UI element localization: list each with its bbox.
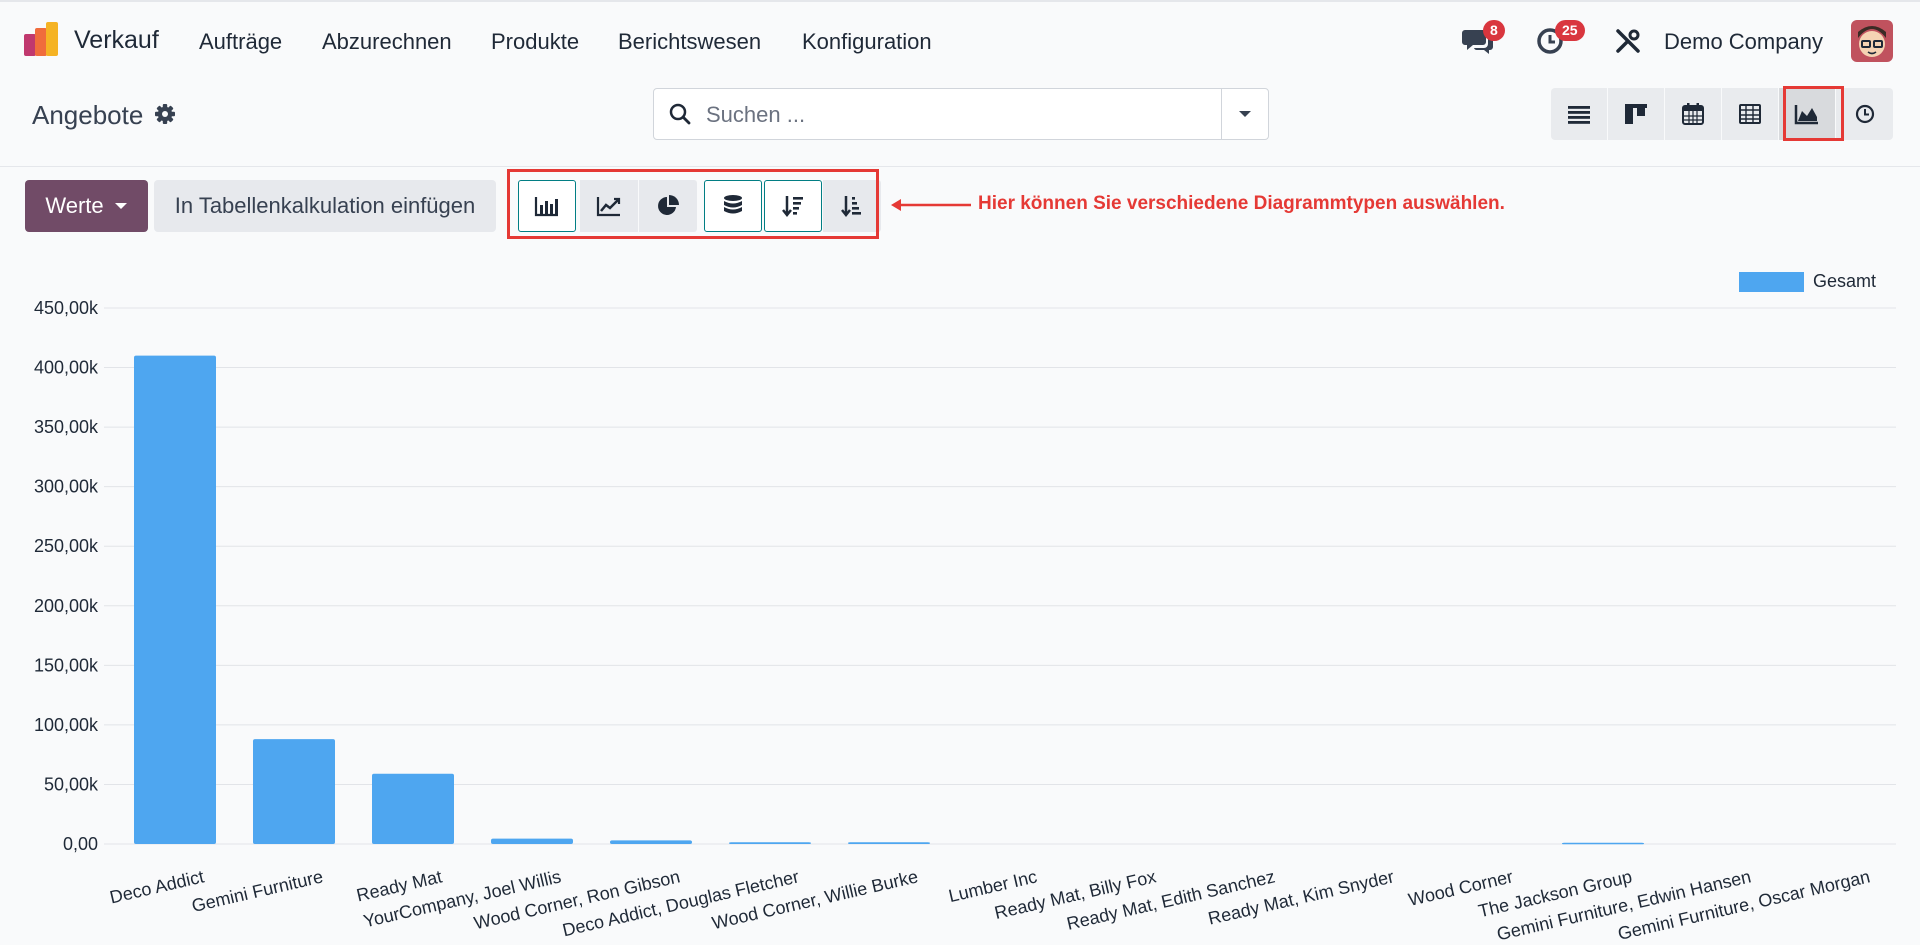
y-tick-label: 450,00k	[34, 298, 99, 318]
bar-chart-button[interactable]	[518, 180, 576, 232]
y-tick-label: 50,00k	[44, 774, 99, 794]
app-logo-icon[interactable]	[22, 20, 62, 60]
view-switcher	[1551, 88, 1893, 140]
y-tick-label: 100,00k	[34, 715, 99, 735]
y-tick-label: 0,00	[63, 834, 98, 854]
list-icon	[1568, 106, 1590, 124]
line-chart-icon	[596, 197, 621, 217]
debug-tools-button[interactable]	[1615, 28, 1641, 59]
kanban-view-button[interactable]	[1608, 88, 1665, 140]
y-tick-label: 250,00k	[34, 536, 99, 556]
bar[interactable]	[372, 773, 454, 844]
bar[interactable]	[253, 739, 335, 844]
bar[interactable]	[729, 842, 811, 844]
top-navbar: Verkauf Aufträge Abzurechnen Produkte Be…	[0, 0, 1920, 78]
search-options-toggle[interactable]	[1221, 89, 1268, 139]
insert-in-spreadsheet-button[interactable]: In Tabellenkalkulation einfügen	[154, 180, 496, 232]
caret-down-icon	[1239, 111, 1251, 117]
x-tick-label: Gemini Furniture	[190, 866, 325, 916]
user-avatar[interactable]	[1851, 20, 1893, 62]
app-name[interactable]: Verkauf	[74, 26, 159, 55]
menu-item-orders[interactable]: Aufträge	[199, 29, 282, 55]
annotation-arrow-icon	[891, 199, 971, 211]
kanban-icon	[1625, 104, 1647, 124]
measures-label: Werte	[45, 193, 104, 218]
stacked-database-icon	[724, 195, 742, 214]
calendar-view-button[interactable]	[1665, 88, 1722, 140]
bar[interactable]	[848, 842, 930, 844]
search-icon	[669, 103, 691, 125]
activities-count-badge: 25	[1555, 20, 1585, 41]
pivot-view-button[interactable]	[1722, 88, 1779, 140]
y-tick-label: 200,00k	[34, 596, 99, 616]
pie-chart-icon	[658, 195, 679, 215]
sort-descending-icon	[782, 196, 803, 218]
list-view-button[interactable]	[1551, 88, 1608, 140]
search-input[interactable]	[704, 99, 1208, 131]
page-title[interactable]: Angebote	[32, 100, 143, 131]
activity-icon	[1855, 104, 1874, 124]
bar[interactable]	[610, 840, 692, 844]
graph-icon	[1794, 105, 1818, 125]
control-panel-divider	[0, 166, 1920, 167]
graph-view-button[interactable]	[1779, 88, 1836, 140]
menu-item-reporting[interactable]: Berichtswesen	[618, 29, 761, 55]
bar-chart: 0,00 50,00k 100,00k 150,00k 200,00k 250,00k 30…	[34, 298, 1896, 944]
annotation-text: Hier können Sie verschiedene Diagrammtyp…	[978, 193, 1505, 214]
tools-icon	[1616, 29, 1640, 53]
pivot-icon	[1739, 104, 1761, 124]
bar[interactable]	[134, 355, 216, 844]
stacked-toggle-button[interactable]	[704, 180, 762, 232]
y-tick-label: 400,00k	[34, 358, 99, 378]
sort-ascending-button[interactable]	[823, 180, 881, 232]
menu-item-products[interactable]: Produkte	[491, 29, 579, 55]
sort-descending-button[interactable]	[764, 180, 822, 232]
y-tick-label: 150,00k	[34, 655, 99, 675]
bar[interactable]	[491, 838, 573, 844]
sort-ascending-icon	[841, 196, 861, 218]
y-tick-label: 300,00k	[34, 477, 99, 497]
company-switcher[interactable]: Demo Company	[1664, 29, 1823, 55]
y-tick-label: 350,00k	[34, 417, 99, 437]
line-chart-button[interactable]	[580, 180, 638, 232]
pie-chart-button[interactable]	[639, 180, 697, 232]
menu-item-to-invoice[interactable]: Abzurechnen	[322, 29, 452, 55]
search-bar	[653, 88, 1269, 140]
calendar-icon	[1682, 103, 1704, 125]
bar-chart-icon	[534, 197, 558, 217]
bar[interactable]	[1562, 842, 1644, 845]
insert-label: In Tabellenkalkulation einfügen	[174, 193, 476, 218]
caret-down-icon	[114, 203, 127, 209]
menu-item-configuration[interactable]: Konfiguration	[802, 29, 932, 55]
messages-count-badge: 8	[1483, 20, 1505, 41]
x-tick-label: Wood Corner, Willie Burke	[710, 866, 920, 933]
gear-icon[interactable]	[154, 103, 176, 125]
measures-dropdown-button[interactable]: Werte	[25, 180, 148, 232]
activity-view-button[interactable]	[1836, 88, 1893, 140]
